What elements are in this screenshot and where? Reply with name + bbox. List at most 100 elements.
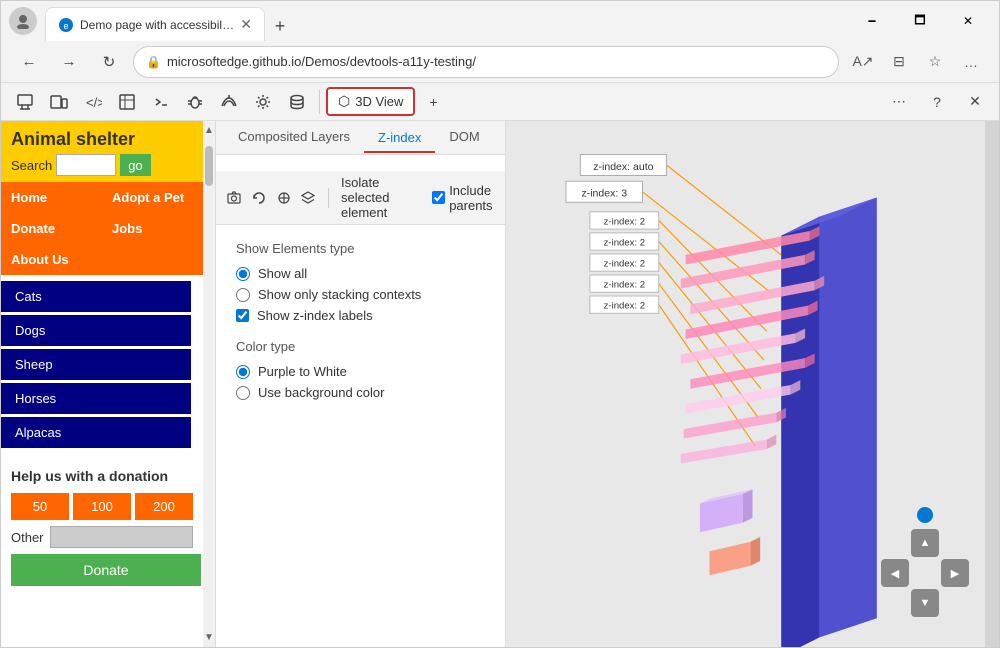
radio-show-all[interactable]: Show all: [236, 266, 485, 281]
nav-item-adopt[interactable]: Adopt a Pet: [102, 182, 203, 213]
zindex-toolbar: Isolate selected element Include parents: [216, 171, 505, 225]
tab-composited-layers[interactable]: Composited Layers: [224, 123, 364, 152]
go-button[interactable]: go: [120, 154, 150, 176]
network-icon[interactable]: [213, 86, 245, 118]
browser-frame: e Demo page with accessibility issu ✕ + …: [0, 0, 1000, 648]
3d-view-label: 3D View: [355, 94, 403, 109]
amount-200-button[interactable]: 200: [135, 493, 193, 520]
radio-purple-white[interactable]: Purple to White: [236, 364, 485, 379]
search-input[interactable]: [56, 154, 116, 176]
color-type-section-title: Color type: [236, 339, 485, 354]
url-bar[interactable]: 🔒 microsoftedge.github.io/Demos/devtools…: [133, 46, 839, 78]
nav-item-jobs[interactable]: Jobs: [102, 213, 203, 244]
active-tab[interactable]: e Demo page with accessibility issu ✕: [45, 7, 265, 41]
nav-down-button[interactable]: ▼: [911, 589, 939, 617]
animal-item-horses[interactable]: Horses: [1, 383, 191, 414]
radio-show-stacking[interactable]: Show only stacking contexts: [236, 287, 485, 302]
svg-text:z-index: 2: z-index: 2: [604, 258, 645, 269]
split-view-button[interactable]: ⊟: [883, 46, 915, 78]
scroll-up-arrow[interactable]: ▲: [204, 125, 214, 136]
device-emulation-button[interactable]: [43, 86, 75, 118]
tab-bar: e Demo page with accessibility issu ✕ +: [45, 1, 841, 41]
add-panel-button[interactable]: +: [417, 86, 449, 118]
website-scrollbar[interactable]: ▲ ▼: [203, 121, 215, 647]
source-code-button[interactable]: </>: [77, 86, 109, 118]
shelter-header: Animal shelter Search go: [1, 121, 203, 182]
animal-list: Cats Dogs Sheep Horses Alpacas: [1, 275, 203, 457]
overflow-button[interactable]: ⋯: [883, 86, 915, 118]
more-actions-button[interactable]: …: [955, 46, 987, 78]
cube-icon: ⬡: [338, 93, 350, 110]
isolate-label: Isolate selected element: [341, 175, 424, 220]
animal-item-sheep[interactable]: Sheep: [1, 349, 191, 380]
3d-panel-scrollbar[interactable]: [985, 121, 999, 647]
minimize-button[interactable]: 🗕: [849, 5, 895, 37]
storage-icon[interactable]: [281, 86, 313, 118]
nav-item-donate[interactable]: Donate: [1, 213, 102, 244]
nav-left-button[interactable]: ◀: [881, 559, 909, 587]
close-devtools-button[interactable]: ✕: [959, 86, 991, 118]
title-bar-left: [9, 7, 37, 35]
donate-button[interactable]: Donate: [11, 554, 201, 586]
svg-text:z-index: 2: z-index: 2: [604, 300, 645, 311]
devtools-top-toolbar: </> ⬡ 3D View + ⋯ ? ✕: [1, 83, 999, 121]
pan-button[interactable]: [275, 184, 292, 212]
close-button[interactable]: ✕: [945, 5, 991, 37]
refresh-3d-button[interactable]: [251, 184, 268, 212]
maximize-button[interactable]: 🗖: [897, 5, 943, 37]
nav-item-home[interactable]: Home: [1, 182, 102, 213]
favorites-button[interactable]: ☆: [919, 46, 951, 78]
url-text: microsoftedge.github.io/Demos/devtools-a…: [167, 54, 826, 69]
animal-item-cats[interactable]: Cats: [1, 281, 191, 312]
inspect-element-button[interactable]: [9, 86, 41, 118]
radio-bg-color[interactable]: Use background color: [236, 385, 485, 400]
new-tab-button[interactable]: +: [265, 11, 295, 41]
other-label: Other: [11, 530, 44, 545]
svg-text:z-index: 3: z-index: 3: [581, 188, 627, 200]
help-button[interactable]: ?: [921, 86, 953, 118]
scroll-thumb[interactable]: [205, 146, 213, 186]
scroll-down-arrow[interactable]: ▼: [204, 632, 214, 643]
other-input[interactable]: [50, 526, 193, 548]
refresh-button[interactable]: ↻: [93, 46, 125, 78]
forward-button[interactable]: →: [53, 46, 85, 78]
elements-panel-button[interactable]: [111, 86, 143, 118]
nav-right-button[interactable]: ▶: [941, 559, 969, 587]
settings-icon[interactable]: [247, 86, 279, 118]
svg-text:</>: </>: [86, 95, 102, 110]
donation-title: Help us with a donation: [11, 467, 193, 485]
3d-view-button[interactable]: ⬡ 3D View: [326, 87, 415, 116]
layers-button[interactable]: [300, 184, 317, 212]
tab-z-index[interactable]: Z-index: [364, 124, 435, 153]
amount-50-button[interactable]: 50: [11, 493, 69, 520]
checkbox-show-zindex-labels[interactable]: Show z-index labels: [236, 308, 485, 323]
include-parents-checkbox[interactable]: Include parents: [432, 183, 495, 213]
lock-icon: 🔒: [146, 55, 161, 69]
tab-dom[interactable]: DOM: [435, 123, 493, 152]
animal-item-alpacas[interactable]: Alpacas: [1, 417, 191, 448]
svg-text:e: e: [63, 21, 68, 31]
bug-icon[interactable]: [179, 86, 211, 118]
shelter-title: Animal shelter: [11, 129, 193, 150]
animal-item-dogs[interactable]: Dogs: [1, 315, 191, 346]
console-button[interactable]: [145, 86, 177, 118]
screenshot-button[interactable]: [226, 184, 243, 212]
svg-text:z-index: auto: z-index: auto: [593, 161, 653, 173]
toolbar-separator: [319, 90, 320, 114]
devtools-tabs: Composited Layers Z-index DOM: [216, 121, 505, 155]
devtools-middle-panel: Composited Layers Z-index DOM: [216, 121, 506, 647]
tab-favicon: e: [58, 17, 74, 33]
address-bar-actions: A↗ ⊟ ☆ …: [847, 46, 987, 78]
back-button[interactable]: ←: [13, 46, 45, 78]
nav-empty-tl: [881, 529, 909, 557]
read-aloud-button[interactable]: A↗: [847, 46, 879, 78]
close-tab-button[interactable]: ✕: [240, 16, 252, 33]
nav-empty-tr: [941, 529, 969, 557]
color-type-radio-group: Purple to White Use background color: [236, 364, 485, 400]
nav-up-button[interactable]: ▲: [911, 529, 939, 557]
amount-100-button[interactable]: 100: [73, 493, 131, 520]
nav-item-about[interactable]: About Us: [1, 244, 203, 275]
svg-text:z-index: 2: z-index: 2: [604, 279, 645, 290]
nav-empty-bl: [881, 589, 909, 617]
profile-avatar[interactable]: [9, 7, 37, 35]
